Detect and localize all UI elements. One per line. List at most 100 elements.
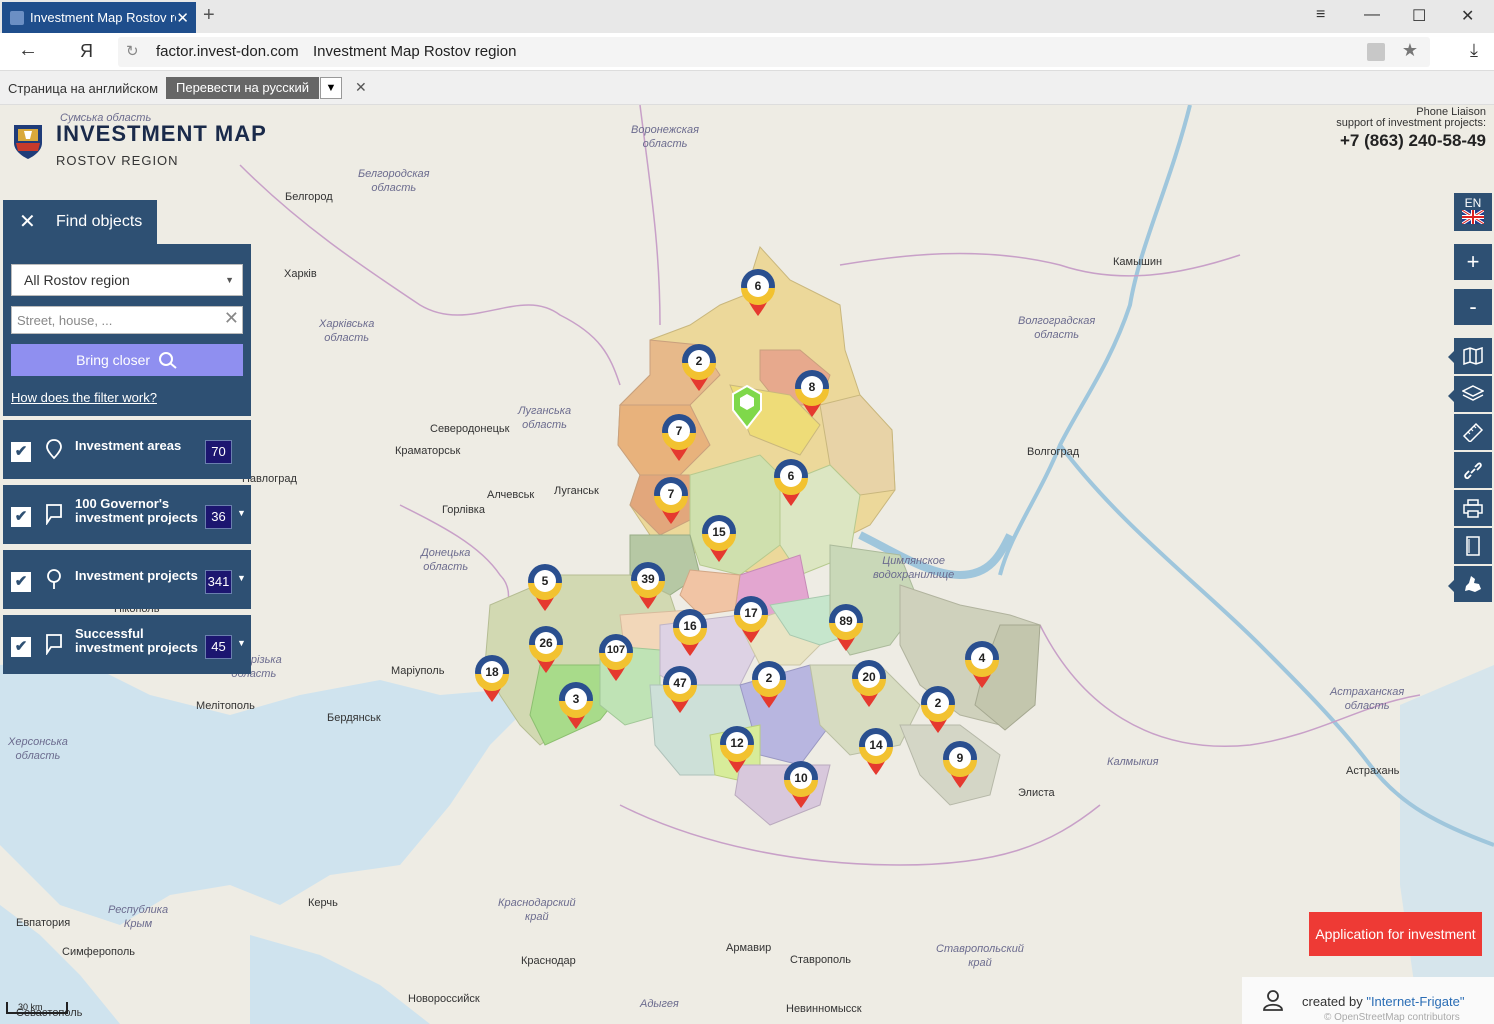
region-map-button[interactable]: [1454, 566, 1492, 602]
layer-investment-projects[interactable]: ✔ Investment projects 341 ▼: [3, 550, 251, 609]
url-domain: factor.invest-don.com: [156, 43, 299, 60]
marker-pin-icon: [654, 477, 688, 524]
region-label: Краснодарский край: [498, 897, 576, 923]
chevron-down-icon[interactable]: ▼: [237, 573, 246, 583]
project-marker[interactable]: 107: [599, 631, 639, 689]
chevron-down-icon[interactable]: ▼: [237, 508, 246, 518]
close-window-button[interactable]: ✕: [1461, 6, 1474, 26]
phone-number[interactable]: +7 (863) 240-58-49: [1336, 132, 1486, 150]
map-view[interactable]: Белгород Харків Северодонецьк Краматорськ Па…: [0, 105, 1494, 1024]
layer-checkbox[interactable]: ✔: [11, 637, 31, 657]
map-type-button[interactable]: [1454, 338, 1492, 374]
project-marker[interactable]: 12: [720, 723, 760, 781]
city-label: Краматорськ: [395, 445, 461, 457]
project-marker[interactable]: 15: [702, 512, 742, 570]
project-marker[interactable]: 3: [559, 679, 599, 737]
link-button[interactable]: [1454, 452, 1492, 488]
project-marker[interactable]: 2: [682, 341, 722, 399]
marker-count: 89: [839, 614, 853, 628]
project-marker[interactable]: 47: [663, 663, 703, 721]
selected-hex-marker[interactable]: [730, 382, 764, 430]
credits-text: created by "Internet-Frigate": [1302, 994, 1464, 1009]
project-marker[interactable]: 89: [829, 601, 869, 659]
city-label: Белгород: [285, 191, 333, 203]
project-marker[interactable]: 7: [654, 474, 694, 532]
find-objects-title: Find objects: [56, 213, 143, 230]
maximize-button[interactable]: ☐: [1412, 6, 1426, 26]
flag-outline-icon: [46, 634, 62, 655]
city-label: Астрахань: [1346, 765, 1400, 777]
osm-attribution[interactable]: © OpenStreetMap contributors: [1324, 1012, 1460, 1023]
yandex-logo[interactable]: Я: [80, 41, 93, 62]
project-marker[interactable]: 7: [662, 411, 702, 469]
translate-dropdown[interactable]: ▼: [320, 77, 342, 99]
marker-count: 8: [808, 380, 816, 394]
marker-pin-icon: [720, 726, 754, 773]
bring-closer-button[interactable]: Bring closer: [11, 344, 243, 376]
layer-governor-projects[interactable]: ✔ 100 Governor's investment projects 36 …: [3, 485, 251, 544]
zoom-in-button[interactable]: +: [1454, 244, 1492, 280]
back-arrow-icon[interactable]: ←: [18, 39, 38, 62]
layer-successful-projects[interactable]: ✔ Successful investment projects 45 ▼: [3, 615, 251, 674]
project-marker[interactable]: 5: [528, 561, 568, 619]
project-marker[interactable]: 10: [784, 758, 824, 816]
uk-flag-icon: [1461, 208, 1485, 226]
project-marker[interactable]: 6: [741, 266, 781, 324]
region-select[interactable]: All Rostov region ▼: [11, 264, 243, 296]
print-button[interactable]: [1454, 490, 1492, 526]
project-marker[interactable]: 20: [852, 657, 892, 715]
clear-icon[interactable]: ✕: [224, 308, 239, 329]
browser-tab[interactable]: Investment Map Rostov re ✕: [2, 2, 196, 33]
author-link[interactable]: "Internet-Frigate": [1366, 994, 1464, 1009]
phone-line2: support of investment projects:: [1336, 117, 1486, 129]
marker-pin-icon: [529, 626, 563, 673]
language-switch[interactable]: EN: [1454, 193, 1492, 231]
marker-pin-icon: [774, 459, 808, 506]
reload-icon[interactable]: ↻: [126, 42, 139, 60]
ruler-icon: [1462, 422, 1484, 444]
minimize-button[interactable]: —: [1364, 6, 1380, 24]
project-marker[interactable]: 17: [734, 593, 774, 651]
close-panel-icon[interactable]: ✕: [19, 209, 36, 234]
project-marker[interactable]: 9: [943, 738, 983, 796]
layer-checkbox[interactable]: ✔: [11, 507, 31, 527]
menu-button[interactable]: ≡: [1316, 6, 1325, 24]
chevron-down-icon[interactable]: ▼: [237, 638, 246, 648]
how-filter-works-link[interactable]: How does the filter work?: [11, 390, 157, 405]
project-marker[interactable]: 8: [795, 367, 835, 425]
layer-checkbox[interactable]: ✔: [11, 572, 31, 592]
application-for-investment-button[interactable]: Application for investment: [1309, 912, 1482, 956]
new-tab-button[interactable]: +: [203, 4, 215, 27]
project-marker[interactable]: 4: [965, 638, 1005, 696]
download-icon[interactable]: ⤓: [1470, 40, 1478, 61]
protect-icon[interactable]: [1367, 43, 1385, 61]
url-field[interactable]: ↻ factor.invest-don.com Investment Map R…: [118, 37, 1430, 67]
marker-count: 3: [572, 692, 580, 706]
zoom-out-button[interactable]: -: [1454, 289, 1492, 325]
address-search-input[interactable]: Street, house, ... ✕: [11, 306, 243, 334]
find-objects-header[interactable]: ✕ Find objects: [3, 200, 157, 244]
layer-checkbox[interactable]: ✔: [11, 442, 31, 462]
marker-pin-icon: [475, 655, 509, 702]
book-button[interactable]: [1454, 528, 1492, 564]
project-marker[interactable]: 39: [631, 559, 671, 617]
project-marker[interactable]: 16: [673, 606, 713, 664]
translate-button[interactable]: Перевести на русский: [166, 77, 320, 99]
scale-label: 30 km: [18, 1002, 43, 1012]
layers-button[interactable]: [1454, 376, 1492, 412]
region-label: Цимлянское водохранилище: [873, 555, 955, 581]
translate-close-icon[interactable]: ✕: [355, 79, 367, 96]
marker-count: 7: [675, 424, 683, 438]
project-marker[interactable]: 14: [859, 725, 899, 783]
project-marker[interactable]: 6: [774, 456, 814, 514]
bookmark-star-icon[interactable]: ★: [1402, 40, 1418, 61]
close-tab-icon[interactable]: ✕: [176, 9, 189, 27]
layer-investment-areas[interactable]: ✔ Investment areas 70: [3, 420, 251, 479]
pin-outline-icon: [46, 439, 62, 460]
ruler-button[interactable]: [1454, 414, 1492, 450]
project-marker[interactable]: 26: [529, 623, 569, 681]
project-marker[interactable]: 2: [921, 683, 961, 741]
project-marker[interactable]: 2: [752, 658, 792, 716]
project-marker[interactable]: 18: [475, 652, 515, 710]
layer-count: 341: [205, 570, 232, 594]
